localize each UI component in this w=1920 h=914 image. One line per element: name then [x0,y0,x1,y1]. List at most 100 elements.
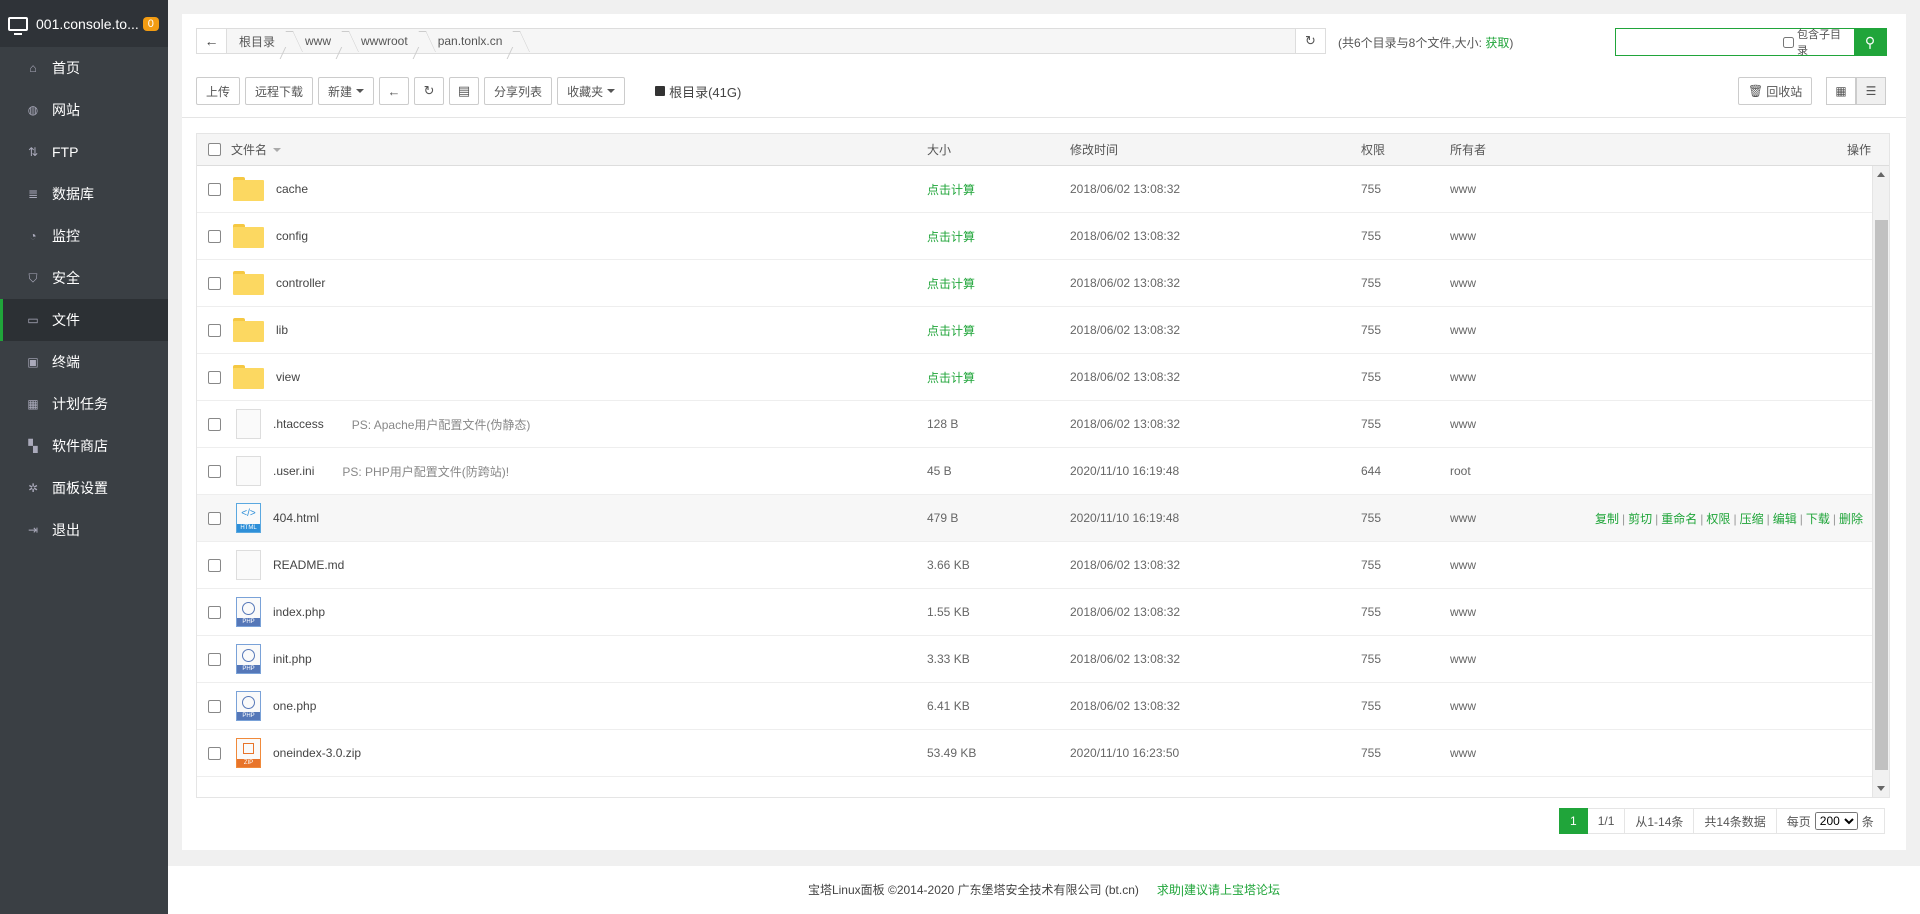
sidebar-item[interactable]: ✲ 面板设置 [0,467,168,509]
file-perm[interactable]: 755 [1361,605,1450,619]
sidebar-item[interactable]: ▚ 软件商店 [0,425,168,467]
breadcrumb-item[interactable]: wwwroot [349,29,426,53]
row-checkbox[interactable] [207,699,221,713]
file-perm[interactable]: 755 [1361,699,1450,713]
row-checkbox[interactable] [207,229,221,243]
file-perm[interactable]: 755 [1361,746,1450,760]
sidebar-item[interactable]: ◔ 监控 [0,215,168,257]
file-name[interactable]: controller [276,276,325,290]
server-header[interactable]: 001.console.to... 0 [0,0,168,47]
col-mtime[interactable]: 修改时间 [1070,141,1361,158]
search-input[interactable] [1616,29,1783,55]
row-op-link[interactable]: 权限 [1706,512,1730,526]
remote-download-button[interactable]: 远程下载 [245,77,314,105]
col-size[interactable]: 大小 [927,141,1070,158]
back-arrow-icon[interactable]: ← [197,29,227,53]
file-name[interactable]: index.php [273,605,325,619]
file-name[interactable]: init.php [273,652,312,666]
table-row[interactable]: cache 点击计算 2018/06/02 13:08:32 755 www [197,166,1873,213]
scroll-down-icon[interactable] [1877,786,1885,791]
file-perm[interactable]: 755 [1361,323,1450,337]
file-perm[interactable]: 755 [1361,558,1450,572]
col-perm[interactable]: 权限 [1361,141,1450,158]
table-row[interactable]: .user.ini PS: PHP用户配置文件(防跨站)! 45 B 2020/11/… [197,448,1873,495]
sidebar-item[interactable]: ▣ 终端 [0,341,168,383]
table-row[interactable]: </> HTML 404.html 479 B 2020/11/10 16:19:48 7… [197,495,1873,542]
breadcrumb-item[interactable]: pan.tonlx.cn [426,29,521,53]
file-perm[interactable]: 755 [1361,511,1450,525]
breadcrumb-item[interactable]: www [293,29,349,53]
recycle-bin-button[interactable]: 🗑 回收站 [1738,77,1813,105]
row-checkbox[interactable] [207,182,221,196]
col-name[interactable]: 文件名 [231,141,927,158]
table-row[interactable]: view 点击计算 2018/06/02 13:08:32 755 www [197,354,1873,401]
back-button[interactable]: ← [379,77,410,105]
table-row[interactable]: .htaccess PS: Apache用户配置文件(伪静态) 128 B 2018/… [197,401,1873,448]
file-size[interactable]: 点击计算 [927,275,1070,292]
row-op-link[interactable]: 下载 [1806,512,1830,526]
row-checkbox[interactable] [207,417,221,431]
table-row[interactable]: PHP index.php 1.55 KB 2018/06/02 13:08:32 75… [197,589,1873,636]
sidebar-item[interactable]: ⇅ FTP [0,131,168,173]
sidebar-item[interactable]: ⛉ 安全 [0,257,168,299]
scrollbar[interactable] [1872,166,1889,797]
sidebar-item[interactable]: ▦ 计划任务 [0,383,168,425]
disk-selector[interactable]: 根目录(41G) [655,82,741,101]
row-checkbox[interactable] [207,464,221,478]
file-perm[interactable]: 755 [1361,229,1450,243]
get-size-link[interactable]: 获取 [1485,36,1509,50]
file-size[interactable]: 点击计算 [927,228,1070,245]
page-current[interactable]: 1 [1559,808,1588,834]
terminal-button[interactable]: ▤ [449,77,480,105]
row-op-link[interactable]: 压缩 [1740,512,1764,526]
per-page-select[interactable]: 200 [1814,812,1858,830]
search-button[interactable]: ⚲ [1853,29,1886,55]
table-row[interactable]: ZIP oneindex-3.0.zip 53.49 KB 2020/11/10 16… [197,730,1873,777]
sidebar-item[interactable]: ▭ 文件 [0,299,168,341]
file-size[interactable]: 点击计算 [927,181,1070,198]
row-checkbox[interactable] [207,558,221,572]
row-checkbox[interactable] [207,652,221,666]
file-name[interactable]: README.md [273,558,344,572]
upload-button[interactable]: 上传 [196,77,241,105]
row-op-link[interactable]: 剪切 [1628,512,1652,526]
table-row[interactable]: lib 点击计算 2018/06/02 13:08:32 755 www [197,307,1873,354]
breadcrumb-item[interactable]: 根目录 [227,29,293,53]
file-perm[interactable]: 755 [1361,652,1450,666]
forum-link[interactable]: 求助|建议请上宝塔论坛 [1157,883,1280,897]
row-checkbox[interactable] [207,511,221,525]
file-name[interactable]: config [276,229,308,243]
row-op-link[interactable]: 删除 [1839,512,1863,526]
file-name[interactable]: .htaccess [273,417,324,431]
list-view-button[interactable]: ☰ [1856,77,1886,105]
file-name[interactable]: one.php [273,699,316,713]
file-name[interactable]: .user.ini [273,464,314,478]
row-checkbox[interactable] [207,605,221,619]
row-checkbox[interactable] [207,746,221,760]
file-size[interactable]: 点击计算 [927,369,1070,386]
sidebar-item[interactable]: ⌂ 首页 [0,47,168,89]
favorites-dropdown-button[interactable]: 收藏夹 [557,77,626,105]
file-name[interactable]: lib [276,323,288,337]
row-checkbox[interactable] [207,276,221,290]
row-op-link[interactable]: 复制 [1595,512,1619,526]
sidebar-item[interactable]: ⇥ 退出 [0,509,168,551]
table-row[interactable]: README.md 3.66 KB 2018/06/02 13:08:32 755 ww… [197,542,1873,589]
share-list-button[interactable]: 分享列表 [484,77,553,105]
file-name[interactable]: 404.html [273,511,319,525]
file-perm[interactable]: 755 [1361,276,1450,290]
scroll-up-icon[interactable] [1877,172,1885,177]
include-subdir-checkbox[interactable] [1783,36,1794,48]
grid-view-button[interactable]: ▦ [1826,77,1856,105]
new-dropdown-button[interactable]: 新建 [318,77,375,105]
row-checkbox[interactable] [207,323,221,337]
file-perm[interactable]: 755 [1361,417,1450,431]
refresh-button[interactable]: ↻ [414,77,445,105]
table-row[interactable]: config 点击计算 2018/06/02 13:08:32 755 www [197,213,1873,260]
notification-badge[interactable]: 0 [142,16,159,31]
sidebar-item[interactable]: ◍ 网站 [0,89,168,131]
row-checkbox[interactable] [207,370,221,384]
row-op-link[interactable]: 重命名 [1661,512,1697,526]
file-name[interactable]: oneindex-3.0.zip [273,746,361,760]
include-subdir-option[interactable]: 包含子目录 [1783,29,1854,57]
